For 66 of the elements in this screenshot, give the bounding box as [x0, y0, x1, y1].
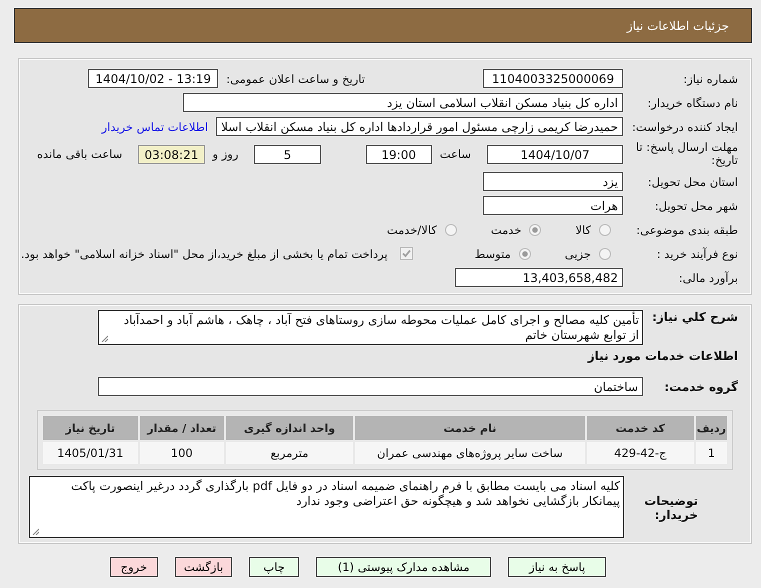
field-label: گروه خدمت:	[663, 380, 739, 394]
column-header: تاریخ نیاز	[43, 416, 138, 440]
field-label: توضیحات خریدار:	[643, 493, 699, 522]
province-field[interactable]: یزد	[483, 172, 623, 191]
radio-button[interactable]	[518, 248, 531, 260]
column-header: تعداد / مقدار	[140, 416, 224, 440]
announce-date-field[interactable]: 1404/10/02 - 13:19	[88, 69, 218, 88]
field-label: ایجاد کننده درخواست:	[631, 120, 739, 134]
column-header: واحد اندازه گیری	[226, 416, 353, 440]
budget-field[interactable]: 13,403,658,482	[455, 268, 623, 287]
resize-grip-icon[interactable]	[101, 335, 108, 342]
buyer-notes-field[interactable]: کلیه اسناد می بایست مطابق با فرم راهنمای ضمیمه اسناد در دو فایل pdf بارگذاری گردد درغیر اینصورت پاکت پیمانکار بازگشایی نخواهد شد و هیچگونه حق اعتراضی وجود ندارد	[29, 476, 624, 538]
days-field[interactable]: 5	[254, 144, 321, 164]
field-label: ساعت باقی مانده	[37, 147, 122, 161]
deadline-time-field[interactable]: 19:00	[366, 144, 432, 164]
action-button[interactable]: پاسخ به نیاز	[508, 557, 606, 577]
deadline-date-field[interactable]: 1404/10/07	[487, 144, 623, 164]
radio-button[interactable]	[599, 248, 611, 260]
field-label: روز و	[212, 147, 238, 161]
field-label: تاریخ و ساعت اعلان عمومی:	[226, 72, 365, 86]
option-label: متوسط	[474, 246, 511, 260]
column-header: نام خدمت	[354, 416, 585, 440]
buyer-notes-text: کلیه اسناد می بایست مطابق با فرم راهنمای ضمیمه اسناد در دو فایل pdf بارگذاری گردد درغیر اینصورت پاکت پیمانکار بازگشایی نخواهد شد و هیچگونه حق اعتراضی وجود ندارد	[70, 479, 620, 509]
page-title: جزئیات اطلاعات نیاز	[626, 18, 729, 32]
field-label: شرح کلي نیاز:	[651, 310, 739, 324]
table-cell: 100	[140, 442, 224, 464]
description-text: تأمین کلیه مصالح و اجرای کامل عملیات محوطه سازی روستاهای فتح آباد ، چاهک ، هاشم آباد و احمدآباد از توابع شهرستان خاتم	[122, 313, 639, 343]
field-label: استان محل تحویل:	[646, 174, 739, 188]
need-number-field[interactable]: 1104003325000069	[483, 69, 623, 88]
option-label: کالا/خدمت	[386, 222, 437, 236]
remaining-time-field: 03:08:21	[138, 144, 205, 164]
table-cell: ج-42-429	[586, 442, 694, 464]
requester-field[interactable]: حمیدرضا کریمی زارچی مسئول امور قراردادها اداره کل بنیاد مسکن انقلاب اسلا	[216, 117, 623, 136]
action-button[interactable]: مشاهده مدارک پیوستی (1)	[316, 557, 492, 577]
table-cell: ساخت سایر پروژه‌های مهندسی عمران	[354, 442, 585, 464]
action-button[interactable]: چاپ	[249, 557, 300, 577]
radio-button[interactable]	[444, 224, 457, 236]
description-field[interactable]: تأمین کلیه مصالح و اجرای کامل عملیات محوطه سازی روستاهای فتح آباد ، چاهک ، هاشم آباد و احمدآباد از توابع شهرستان خاتم	[98, 310, 643, 345]
action-button[interactable]: بازگشت	[174, 557, 232, 577]
contact-link[interactable]: اطلاعات تماس خریدار	[102, 120, 208, 134]
radio-button[interactable]	[599, 224, 611, 236]
section-heading: اطلاعات خدمات مورد نیاز	[586, 349, 738, 363]
action-button[interactable]: خروج	[110, 557, 158, 577]
field-label: طبقه بندی موضوعی:	[635, 222, 739, 236]
option-label: کالا	[575, 222, 591, 236]
table-cell: 1	[696, 442, 727, 464]
resize-grip-icon[interactable]	[32, 528, 39, 535]
service-group-field[interactable]: ساختمان	[98, 377, 643, 396]
field-label: شهر محل تحویل:	[654, 198, 739, 212]
field-label: ساعت	[440, 147, 472, 161]
column-header: ردیف	[696, 416, 727, 440]
table-cell: 1405/01/31	[43, 442, 138, 464]
field-label: نام دستگاه خریدار:	[646, 96, 739, 110]
table-cell: مترمربع	[226, 442, 353, 464]
checkbox-label: پرداخت تمام یا بخشی از مبلغ خرید،از محل "اسناد خزانه اسلامی" خواهد بود.	[20, 246, 388, 260]
buyer-field[interactable]: اداره کل بنیاد مسکن انقلاب اسلامی استان یزد	[183, 93, 623, 112]
field-label: نوع فرآیند خرید :	[656, 246, 739, 260]
city-field[interactable]: هرات	[483, 196, 623, 215]
field-label: شماره نیاز:	[682, 72, 739, 86]
option-label: خدمت	[490, 222, 522, 236]
option-label: جزیی	[564, 246, 591, 260]
field-label: مهلت ارسال پاسخ: تا تاریخ:	[634, 141, 739, 167]
column-header: کد خدمت	[586, 416, 694, 440]
checkbox[interactable]	[400, 247, 413, 260]
radio-button[interactable]	[529, 224, 542, 236]
field-label: برآورد مالی:	[678, 270, 739, 284]
